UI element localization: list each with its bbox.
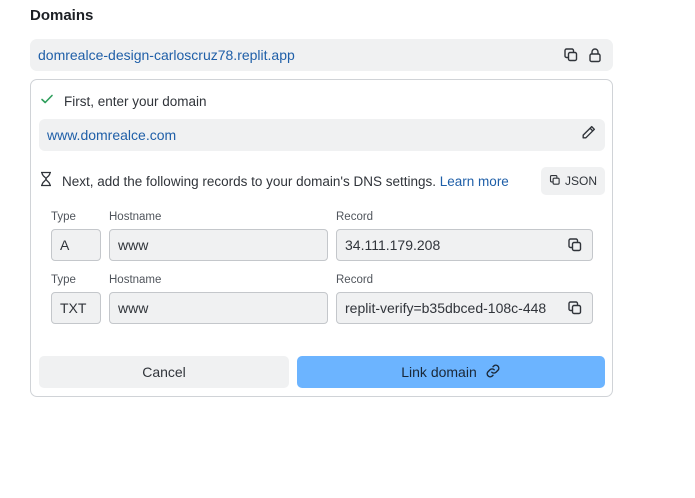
lock-icon[interactable] <box>585 45 605 65</box>
record-hostname-value: www <box>118 300 149 316</box>
learn-more-link[interactable]: Learn more <box>440 174 509 189</box>
hostname-column-label: Hostname <box>109 274 162 286</box>
step-1-label: First, enter your domain <box>64 94 207 109</box>
record-type-field[interactable]: A <box>51 229 101 261</box>
dev-url-text[interactable]: domrealce-design-carloscruz78.replit.app <box>38 47 557 63</box>
record-value-field[interactable]: replit-verify=b35dbced-108c-448 <box>336 292 593 324</box>
step-2: Next, add the following records to your … <box>39 167 605 195</box>
record-hostname-field[interactable]: www <box>109 292 328 324</box>
copy-icon <box>549 174 561 189</box>
json-button-label: JSON <box>564 174 597 188</box>
link-domain-button[interactable]: Link domain <box>297 356 605 388</box>
record-value: replit-verify=b35dbced-108c-448 <box>345 300 547 316</box>
section-title: Domains <box>30 7 94 24</box>
copy-icon[interactable] <box>566 236 584 254</box>
step-2-label: Next, add the following records to your … <box>62 174 509 189</box>
record-type-value: A <box>60 237 70 253</box>
domain-input[interactable]: www.domrealce.com <box>39 119 605 151</box>
copy-icon[interactable] <box>566 299 584 317</box>
record-column-label: Record <box>336 274 374 286</box>
dev-url-field: domrealce-design-carloscruz78.replit.app <box>30 39 613 71</box>
record-type-value: TXT <box>60 300 87 316</box>
link-domain-label: Link domain <box>401 364 477 380</box>
step-1: First, enter your domain <box>40 92 207 111</box>
cancel-button[interactable]: Cancel <box>39 356 289 388</box>
record-hostname-field[interactable]: www <box>109 229 328 261</box>
type-column-label: Type <box>51 211 76 223</box>
pencil-icon[interactable] <box>580 124 597 146</box>
step-2-text: Next, add the following records to your … <box>62 173 437 189</box>
record-hostname-value: www <box>118 237 149 253</box>
json-button[interactable]: JSON <box>541 167 605 195</box>
record-type-field[interactable]: TXT <box>51 292 101 324</box>
record-column-label: Record <box>336 211 374 223</box>
copy-icon[interactable] <box>561 45 581 65</box>
hourglass-icon <box>39 171 53 192</box>
type-column-label: Type <box>51 274 76 286</box>
check-icon <box>40 92 54 111</box>
custom-domain-card: First, enter your domain www.domrealce.c… <box>30 79 613 397</box>
record-value: 34.111.179.208 <box>345 237 441 253</box>
record-value-field[interactable]: 34.111.179.208 <box>336 229 593 261</box>
link-icon <box>485 363 501 382</box>
hostname-column-label: Hostname <box>109 211 162 223</box>
domain-value[interactable]: www.domrealce.com <box>47 127 580 143</box>
